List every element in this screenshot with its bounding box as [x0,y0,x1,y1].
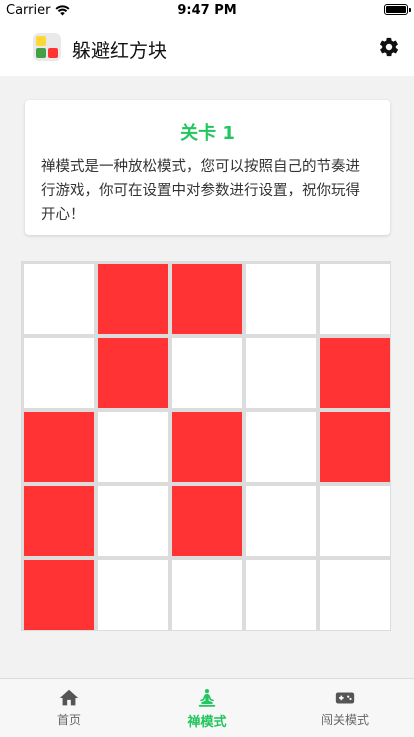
navigation-bar: 躲避红方块 [0,22,414,76]
logo-green-square [36,48,46,58]
logo-yellow-square [36,36,46,46]
empty-cell[interactable] [98,412,168,482]
empty-cell[interactable] [246,338,316,408]
level-description: 禅模式是一种放松模式，您可以按照自己的节奏进行游戏，你可在设置中对参数进行设置，… [41,159,360,223]
red-block-cell[interactable] [98,338,168,408]
red-block-cell[interactable] [172,412,242,482]
game-grid [21,261,391,631]
tab-zen-mode-label: 禅模式 [187,715,227,730]
empty-cell[interactable] [24,264,94,334]
logo-red-square [48,48,58,58]
home-icon [59,689,79,706]
level-card: 关卡 1 禅模式是一种放松模式，您可以按照自己的节奏进行游戏，你可在设置中对参数… [25,100,390,235]
empty-cell[interactable] [246,412,316,482]
app-logo [33,33,61,61]
empty-cell[interactable] [172,338,242,408]
red-block-cell[interactable] [24,486,94,556]
tab-bar: 首页 禅模式 闯关模式 [0,678,414,737]
empty-cell[interactable] [246,486,316,556]
red-block-cell[interactable] [24,412,94,482]
tab-challenge-mode[interactable]: 闯关模式 [276,679,414,737]
red-block-cell[interactable] [98,264,168,334]
red-block-cell[interactable] [320,412,390,482]
empty-cell[interactable] [246,560,316,630]
empty-cell[interactable] [246,264,316,334]
empty-cell[interactable] [320,560,390,630]
gamepad-icon [335,692,355,704]
status-right [384,4,411,15]
tab-home-label: 首页 [56,713,81,727]
empty-cell[interactable] [98,486,168,556]
tab-zen-mode[interactable]: 禅模式 [138,679,276,737]
empty-cell[interactable] [320,486,390,556]
empty-cell[interactable] [172,560,242,630]
meditation-icon [198,689,216,707]
empty-cell[interactable] [24,338,94,408]
status-time: 9:47 PM [177,3,237,18]
status-bar: Carrier 9:47 PM [0,0,414,22]
empty-cell[interactable] [320,264,390,334]
settings-gear-icon[interactable] [378,36,400,58]
app-title: 躲避红方块 [72,40,168,62]
level-title: 关卡 1 [180,123,235,144]
battery-icon [384,4,411,15]
red-block-cell[interactable] [172,264,242,334]
tab-challenge-mode-label: 闯关模式 [320,713,369,727]
tab-home[interactable]: 首页 [0,679,138,737]
red-block-cell[interactable] [320,338,390,408]
red-block-cell[interactable] [24,560,94,630]
empty-cell[interactable] [98,560,168,630]
red-block-cell[interactable] [172,486,242,556]
